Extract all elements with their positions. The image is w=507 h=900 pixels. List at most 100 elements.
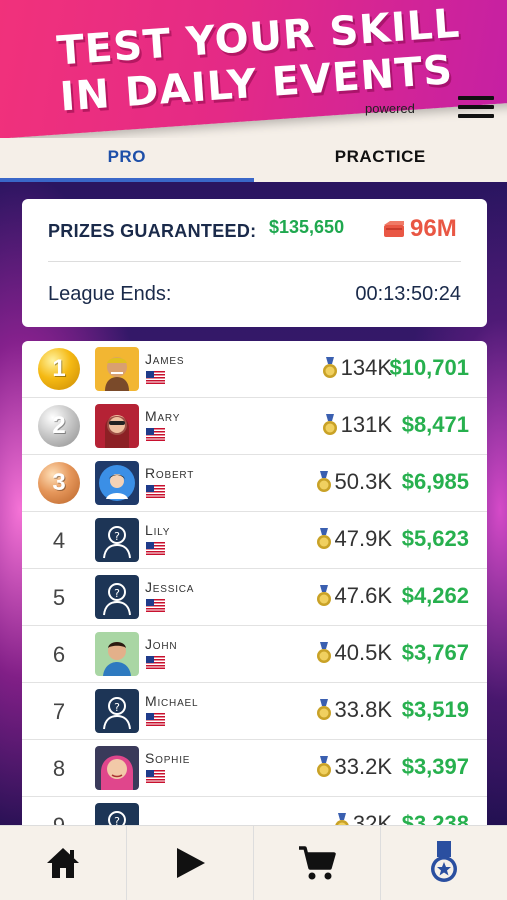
chips-balance: 96M [382, 215, 457, 243]
leaderboard-row[interactable]: 8 Sophie 33.2K $3,397 [22, 740, 487, 797]
nav-play-button[interactable] [127, 826, 254, 900]
leaderboard[interactable]: 1 James 134K $10,701 2 Mary 131K $8,471 3 Robert 5… [22, 341, 487, 825]
score-medal-icon [316, 471, 332, 493]
player-avatar[interactable] [95, 746, 139, 790]
leaderboard-row[interactable]: 5? Jessica 47.6K $4,262 [22, 569, 487, 626]
player-prize: $4,262 [401, 583, 469, 608]
leaderboard-row[interactable]: 7? Michael 33.8K $3,519 [22, 683, 487, 740]
score-value: 47.6K [334, 583, 393, 608]
player-name: Lily [145, 522, 171, 538]
leaderboard-row[interactable]: 6 John 40.5K $3,767 [22, 626, 487, 683]
player-avatar[interactable]: ? [95, 575, 139, 619]
powered-label: powered [365, 101, 415, 116]
us-flag-icon [146, 770, 165, 783]
player-score: 134K [290, 355, 392, 381]
player-score: 131K [290, 412, 392, 438]
player-prize: $3,397 [401, 754, 469, 779]
league-ends-label: League Ends: [48, 283, 172, 305]
prizes-guaranteed-label: PRIZES GUARANTEED: [48, 221, 257, 241]
score-medal-icon [316, 528, 332, 550]
player-prize: $3,519 [401, 697, 469, 722]
score-value: 131K [340, 412, 392, 437]
rank-medal-silver: 2 [38, 405, 80, 447]
player-name: James [145, 351, 185, 367]
score-value: 47.9K [334, 526, 393, 551]
score-value: 50.3K [334, 469, 393, 494]
us-flag-icon [146, 656, 165, 669]
score-medal-icon [322, 414, 338, 436]
rank-number: 7 [52, 699, 66, 724]
score-medal-icon [316, 585, 332, 607]
player-score: 33.2K [290, 754, 392, 780]
leaderboard-row[interactable]: 1 James 134K $10,701 [22, 341, 487, 398]
player-name: Michael [145, 693, 199, 709]
rank-number: 6 [52, 642, 66, 667]
medal-icon [431, 841, 457, 882]
leaderboard-row[interactable]: 4? Lily 47.9K $5,623 [22, 512, 487, 569]
league-ends-countdown: 00:13:50:24 [355, 283, 461, 305]
player-avatar[interactable]: ? [95, 803, 139, 825]
us-flag-icon [146, 713, 165, 726]
player-avatar[interactable] [95, 632, 139, 676]
score-value: 33.8K [334, 697, 393, 722]
nav-leaderboard-button[interactable] [381, 826, 507, 900]
player-prize: $3,238 [401, 811, 469, 825]
rank-number: 8 [52, 756, 66, 781]
svg-text:?: ? [114, 530, 120, 543]
tab-pro[interactable]: PRO [0, 138, 254, 182]
rank-medal-bronze: 3 [38, 462, 80, 504]
player-name: Jessica [145, 579, 195, 595]
player-score: 47.6K [290, 583, 392, 609]
player-score: 47.9K [290, 526, 392, 552]
tab-practice[interactable]: PRACTICE [254, 138, 507, 182]
player-prize: $6,985 [401, 469, 469, 494]
player-score: 33.8K [290, 697, 392, 723]
rank-number: 5 [52, 585, 66, 610]
player-prize: $5,623 [401, 526, 469, 551]
player-avatar[interactable]: ? [95, 518, 139, 562]
leaderboard-row[interactable]: 2 Mary 131K $8,471 [22, 398, 487, 455]
us-flag-icon [146, 599, 165, 612]
hamburger-menu-icon[interactable] [458, 96, 494, 118]
player-name: Mary [145, 408, 181, 424]
play-icon [177, 848, 205, 878]
prize-card: PRIZES GUARANTEED: $135,650 96M League E… [22, 199, 487, 327]
nav-store-button[interactable] [254, 826, 381, 900]
svg-text:?: ? [114, 815, 120, 825]
divider [48, 261, 461, 262]
home-icon [47, 848, 79, 878]
tab-bar: PRO PRACTICE [0, 138, 507, 182]
us-flag-icon [146, 485, 165, 498]
player-score: 40.5K [290, 640, 392, 666]
player-name: Sophie [145, 750, 191, 766]
player-avatar[interactable] [95, 404, 139, 448]
cart-icon [299, 846, 336, 880]
score-value: 33.2K [334, 754, 393, 779]
player-name: John [145, 636, 178, 652]
player-avatar[interactable]: ? [95, 689, 139, 733]
rank-number: 3 [52, 469, 66, 496]
score-medal-icon [334, 813, 350, 825]
svg-text:?: ? [114, 701, 120, 714]
rank-number: 9 [36, 803, 82, 825]
player-prize: $8,471 [401, 412, 469, 437]
player-score: 32K [290, 811, 392, 825]
score-medal-icon [316, 642, 332, 664]
score-value: 40.5K [334, 640, 393, 665]
score-medal-icon [316, 756, 332, 778]
player-score: 50.3K [290, 469, 392, 495]
prizes-guaranteed-amount: $135,650 [269, 217, 345, 237]
player-avatar[interactable] [95, 461, 139, 505]
score-medal-icon [316, 699, 332, 721]
player-name: Robert [145, 465, 195, 481]
rank-medal-gold: 1 [38, 348, 80, 390]
leaderboard-row[interactable]: 3 Robert 50.3K $6,985 [22, 455, 487, 512]
player-avatar[interactable] [95, 347, 139, 391]
score-value: 32K [352, 811, 392, 825]
nav-home-button[interactable] [0, 826, 127, 900]
score-medal-icon [322, 357, 338, 379]
leaderboard-row[interactable]: 9? 32K $3,238 [22, 797, 487, 825]
us-flag-icon [146, 428, 165, 441]
player-prize: $10,701 [389, 355, 469, 380]
svg-text:?: ? [114, 587, 120, 600]
